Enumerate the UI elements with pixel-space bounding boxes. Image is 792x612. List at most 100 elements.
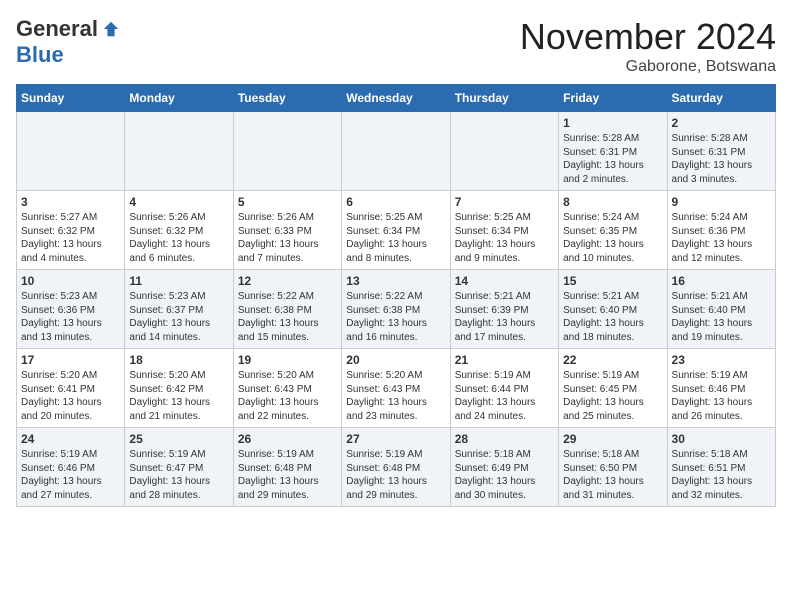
calendar-cell: 6 Sunrise: 5:25 AM Sunset: 6:34 PM Daylig…: [342, 191, 450, 270]
day-detail: Sunrise: 5:18 AM Sunset: 6:49 PM Dayligh…: [455, 448, 554, 502]
calendar-cell: 5Sunrise: 5:26 AM Sunset: 6:33 PM Daylig…: [233, 191, 341, 270]
calendar-cell: 1Sunrise: 5:28 AM Sunset: 6:31 PM Daylig…: [559, 112, 667, 191]
header-row: SundayMondayTuesdayWednesdayThursdayFrid…: [17, 85, 776, 112]
day-number: 2: [672, 116, 771, 130]
week-row-2: 3 Sunrise: 5:27 AM Sunset: 6:32 PM Daylig…: [17, 191, 776, 270]
day-detail: Sunrise: 5:24 AM Sunset: 6:36 PM Dayligh…: [672, 211, 771, 265]
day-number: 26: [238, 432, 337, 446]
calendar-cell: 3 Sunrise: 5:27 AM Sunset: 6:32 PM Daylig…: [17, 191, 125, 270]
day-detail: Sunrise: 5:28 AM Sunset: 6:31 PM Dayligh…: [563, 132, 662, 186]
day-number: 20: [346, 353, 445, 367]
day-detail: Sunrise: 5:19 AM Sunset: 6:45 PM Dayligh…: [563, 369, 662, 423]
header-day-monday: Monday: [125, 85, 233, 112]
day-number: 3: [21, 195, 120, 209]
day-number: 30: [672, 432, 771, 446]
day-number: 9: [672, 195, 771, 209]
location-subtitle: Gaborone, Botswana: [520, 58, 776, 76]
day-number: 18: [129, 353, 228, 367]
calendar-cell: 23Sunrise: 5:19 AM Sunset: 6:46 PM Dayli…: [667, 349, 775, 428]
day-detail: Sunrise: 5:20 AM Sunset: 6:43 PM Dayligh…: [238, 369, 337, 423]
header-day-saturday: Saturday: [667, 85, 775, 112]
day-number: 14: [455, 274, 554, 288]
header-day-tuesday: Tuesday: [233, 85, 341, 112]
calendar-cell: 29Sunrise: 5:18 AM Sunset: 6:50 PM Dayli…: [559, 428, 667, 507]
day-number: 4: [129, 195, 228, 209]
day-detail: Sunrise: 5:20 AM Sunset: 6:43 PM Dayligh…: [346, 369, 445, 423]
calendar-cell: [125, 112, 233, 191]
day-detail: Sunrise: 5:23 AM Sunset: 6:37 PM Dayligh…: [129, 290, 228, 344]
header-day-thursday: Thursday: [450, 85, 558, 112]
day-detail: Sunrise: 5:27 AM Sunset: 6:32 PM Dayligh…: [21, 211, 120, 265]
day-detail: Sunrise: 5:21 AM Sunset: 6:39 PM Dayligh…: [455, 290, 554, 344]
day-number: 27: [346, 432, 445, 446]
month-title: November 2024: [520, 16, 776, 58]
calendar-cell: 22 Sunrise: 5:19 AM Sunset: 6:45 PM Dayli…: [559, 349, 667, 428]
calendar-cell: 21 Sunrise: 5:19 AM Sunset: 6:44 PM Dayli…: [450, 349, 558, 428]
day-detail: Sunrise: 5:19 AM Sunset: 6:48 PM Dayligh…: [346, 448, 445, 502]
day-number: 28: [455, 432, 554, 446]
week-row-5: 24 Sunrise: 5:19 AM Sunset: 6:46 PM Dayli…: [17, 428, 776, 507]
day-number: 6: [346, 195, 445, 209]
calendar-cell: [450, 112, 558, 191]
calendar-cell: 18Sunrise: 5:20 AM Sunset: 6:42 PM Dayli…: [125, 349, 233, 428]
calendar-cell: [17, 112, 125, 191]
day-number: 11: [129, 274, 228, 288]
day-number: 12: [238, 274, 337, 288]
day-detail: Sunrise: 5:21 AM Sunset: 6:40 PM Dayligh…: [672, 290, 771, 344]
logo-general: General: [16, 16, 98, 42]
day-detail: Sunrise: 5:28 AM Sunset: 6:31 PM Dayligh…: [672, 132, 771, 186]
day-number: 25: [129, 432, 228, 446]
day-detail: Sunrise: 5:24 AM Sunset: 6:35 PM Dayligh…: [563, 211, 662, 265]
week-row-3: 10 Sunrise: 5:23 AM Sunset: 6:36 PM Dayli…: [17, 270, 776, 349]
day-detail: Sunrise: 5:19 AM Sunset: 6:47 PM Dayligh…: [129, 448, 228, 502]
day-detail: Sunrise: 5:22 AM Sunset: 6:38 PM Dayligh…: [346, 290, 445, 344]
calendar-cell: 19 Sunrise: 5:20 AM Sunset: 6:43 PM Dayli…: [233, 349, 341, 428]
calendar-cell: [233, 112, 341, 191]
calendar-cell: 2 Sunrise: 5:28 AM Sunset: 6:31 PM Daylig…: [667, 112, 775, 191]
day-number: 16: [672, 274, 771, 288]
calendar-cell: 17 Sunrise: 5:20 AM Sunset: 6:41 PM Dayli…: [17, 349, 125, 428]
day-number: 22: [563, 353, 662, 367]
header: General Blue November 2024 Gaborone, Bot…: [16, 16, 776, 76]
calendar-cell: 26 Sunrise: 5:19 AM Sunset: 6:48 PM Dayli…: [233, 428, 341, 507]
week-row-1: 1Sunrise: 5:28 AM Sunset: 6:31 PM Daylig…: [17, 112, 776, 191]
day-detail: Sunrise: 5:20 AM Sunset: 6:41 PM Dayligh…: [21, 369, 120, 423]
day-number: 17: [21, 353, 120, 367]
day-detail: Sunrise: 5:26 AM Sunset: 6:33 PM Dayligh…: [238, 211, 337, 265]
logo-icon: [102, 20, 120, 38]
calendar-cell: 20 Sunrise: 5:20 AM Sunset: 6:43 PM Dayli…: [342, 349, 450, 428]
day-number: 8: [563, 195, 662, 209]
day-detail: Sunrise: 5:25 AM Sunset: 6:34 PM Dayligh…: [346, 211, 445, 265]
calendar-cell: 25 Sunrise: 5:19 AM Sunset: 6:47 PM Dayli…: [125, 428, 233, 507]
day-detail: Sunrise: 5:19 AM Sunset: 6:44 PM Dayligh…: [455, 369, 554, 423]
title-area: November 2024 Gaborone, Botswana: [520, 16, 776, 76]
day-detail: Sunrise: 5:18 AM Sunset: 6:51 PM Dayligh…: [672, 448, 771, 502]
calendar-cell: 27 Sunrise: 5:19 AM Sunset: 6:48 PM Dayli…: [342, 428, 450, 507]
day-number: 29: [563, 432, 662, 446]
week-row-4: 17 Sunrise: 5:20 AM Sunset: 6:41 PM Dayli…: [17, 349, 776, 428]
day-number: 19: [238, 353, 337, 367]
day-detail: Sunrise: 5:19 AM Sunset: 6:48 PM Dayligh…: [238, 448, 337, 502]
day-detail: Sunrise: 5:21 AM Sunset: 6:40 PM Dayligh…: [563, 290, 662, 344]
calendar-cell: 10 Sunrise: 5:23 AM Sunset: 6:36 PM Dayli…: [17, 270, 125, 349]
day-detail: Sunrise: 5:26 AM Sunset: 6:32 PM Dayligh…: [129, 211, 228, 265]
day-detail: Sunrise: 5:19 AM Sunset: 6:46 PM Dayligh…: [21, 448, 120, 502]
calendar-cell: 8 Sunrise: 5:24 AM Sunset: 6:35 PM Daylig…: [559, 191, 667, 270]
day-detail: Sunrise: 5:19 AM Sunset: 6:46 PM Dayligh…: [672, 369, 771, 423]
day-detail: Sunrise: 5:23 AM Sunset: 6:36 PM Dayligh…: [21, 290, 120, 344]
header-day-wednesday: Wednesday: [342, 85, 450, 112]
calendar-cell: 12 Sunrise: 5:22 AM Sunset: 6:38 PM Dayli…: [233, 270, 341, 349]
calendar-cell: 28 Sunrise: 5:18 AM Sunset: 6:49 PM Dayli…: [450, 428, 558, 507]
calendar-cell: 11 Sunrise: 5:23 AM Sunset: 6:37 PM Dayli…: [125, 270, 233, 349]
calendar-cell: 16 Sunrise: 5:21 AM Sunset: 6:40 PM Dayli…: [667, 270, 775, 349]
day-number: 10: [21, 274, 120, 288]
day-detail: Sunrise: 5:22 AM Sunset: 6:38 PM Dayligh…: [238, 290, 337, 344]
day-number: 24: [21, 432, 120, 446]
calendar-cell: [342, 112, 450, 191]
calendar-cell: 9 Sunrise: 5:24 AM Sunset: 6:36 PM Daylig…: [667, 191, 775, 270]
calendar-cell: 24 Sunrise: 5:19 AM Sunset: 6:46 PM Dayli…: [17, 428, 125, 507]
day-number: 21: [455, 353, 554, 367]
calendar-cell: 4 Sunrise: 5:26 AM Sunset: 6:32 PM Daylig…: [125, 191, 233, 270]
logo: General Blue: [16, 16, 120, 68]
calendar-cell: 13Sunrise: 5:22 AM Sunset: 6:38 PM Dayli…: [342, 270, 450, 349]
